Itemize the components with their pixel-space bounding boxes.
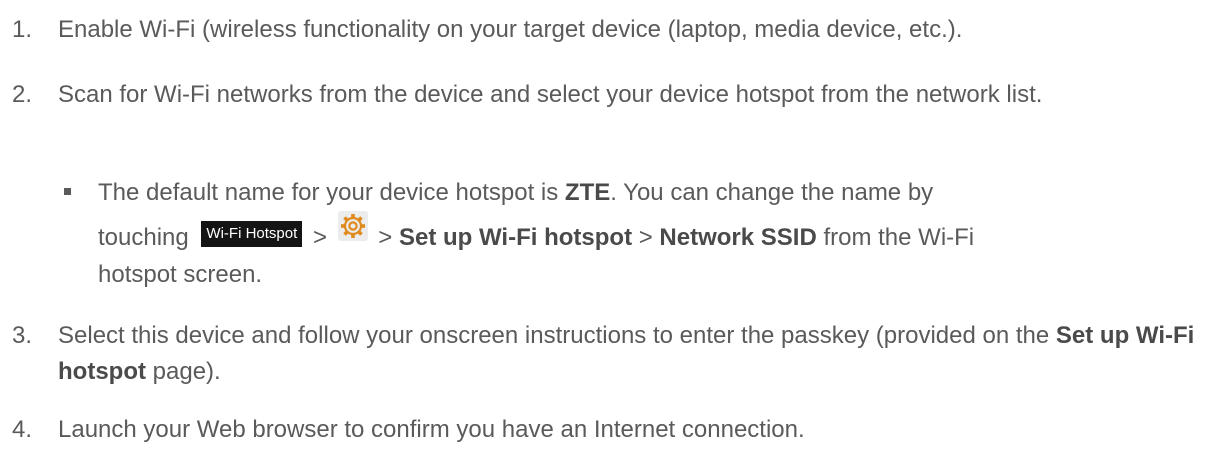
step-text: Select this device and follow your onscr… [58, 322, 1195, 385]
gear-icon [337, 211, 368, 241]
separator: > [312, 224, 327, 251]
default-hotspot-name: ZTE [564, 179, 611, 206]
step-3: 3. Select this device and follow your on… [0, 318, 1200, 390]
step-4: 4. Launch your Web browser to confirm yo… [0, 412, 1200, 448]
separator: > [638, 224, 653, 251]
wifi-hotspot-button: Wi-Fi Hotspot [201, 221, 303, 247]
square-bullet-icon [64, 188, 71, 195]
step-number: 3. [12, 322, 33, 349]
step-number: 1. [12, 16, 33, 43]
note-text: The default name for your device hotspot… [98, 179, 975, 288]
step-text: Enable Wi-Fi (wireless functionality on … [58, 16, 963, 43]
setup-hotspot-label: Set up Wi-Fi hotspot [398, 224, 633, 251]
step-text: Launch your Web browser to confirm you h… [58, 416, 805, 443]
step-number: 4. [12, 416, 33, 443]
step-2: 2. Scan for Wi-Fi networks from the devi… [0, 77, 1200, 113]
step-number: 2. [12, 81, 33, 108]
hotspot-name-note: The default name for your device hotspot… [0, 174, 1200, 293]
network-ssid-label: Network SSID [659, 224, 817, 251]
instructions-document: 1. Enable Wi-Fi (wireless functionality … [0, 0, 1220, 467]
step-text: Scan for Wi-Fi networks from the device … [58, 81, 1043, 108]
separator: > [378, 224, 393, 251]
step-1: 1. Enable Wi-Fi (wireless functionality … [0, 12, 1200, 48]
